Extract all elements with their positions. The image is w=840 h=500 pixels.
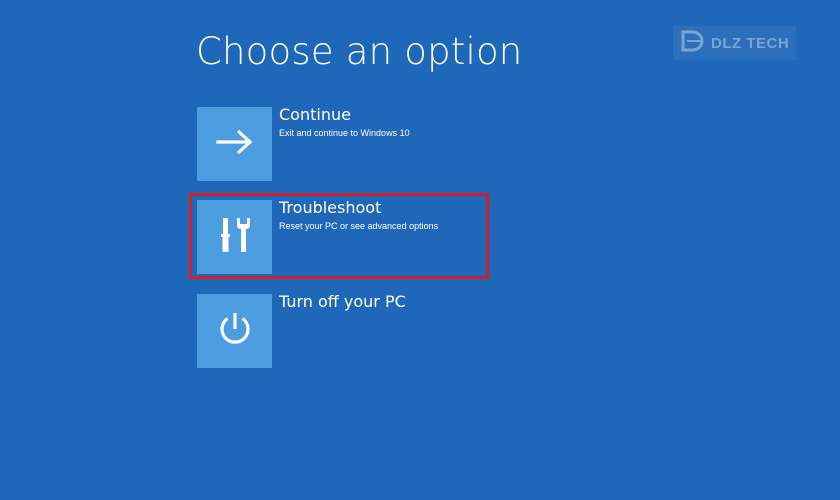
continue-description: Exit and continue to Windows 10 bbox=[279, 128, 410, 138]
turn-off-option[interactable]: Turn off your PC bbox=[197, 292, 487, 368]
power-icon bbox=[215, 309, 255, 353]
logo-icon bbox=[681, 30, 707, 56]
continue-tile[interactable] bbox=[197, 107, 272, 181]
arrow-right-icon bbox=[215, 127, 255, 161]
troubleshoot-tile[interactable] bbox=[197, 200, 272, 274]
continue-label[interactable]: Continue bbox=[279, 105, 351, 124]
page-title: Choose an option bbox=[196, 30, 523, 73]
watermark-logo: DLZ TECH bbox=[673, 26, 796, 60]
tools-icon bbox=[218, 215, 252, 259]
troubleshoot-label[interactable]: Troubleshoot bbox=[279, 198, 381, 217]
troubleshoot-option[interactable]: Troubleshoot Reset your PC or see advanc… bbox=[197, 198, 487, 274]
watermark-text: DLZ TECH bbox=[711, 34, 790, 52]
turn-off-label[interactable]: Turn off your PC bbox=[279, 292, 406, 311]
continue-option[interactable]: Continue Exit and continue to Windows 10 bbox=[197, 105, 487, 181]
troubleshoot-description: Reset your PC or see advanced options bbox=[279, 221, 439, 231]
turn-off-tile[interactable] bbox=[197, 294, 272, 368]
